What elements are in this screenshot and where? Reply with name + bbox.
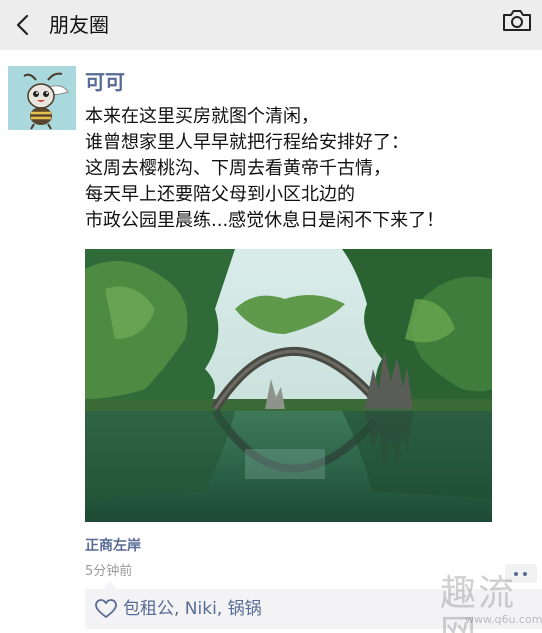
avatar-bee-icon bbox=[8, 66, 76, 130]
post-text-line: 市政公园里晨练...感觉休息日是闲不下来了！ bbox=[85, 210, 445, 231]
post-text-line: 每天早上还要陪父母到小区北边的 bbox=[85, 184, 355, 205]
location-link[interactable]: 正商左岸 bbox=[85, 536, 141, 556]
likes-list[interactable]: 包租公, Niki, 锅锅 bbox=[123, 597, 262, 621]
post-photo[interactable] bbox=[85, 249, 492, 522]
heart-icon bbox=[95, 599, 117, 618]
post-text: 本来在这里买房就图个清闲， 谁曾想家里人早早就把行程给安排好了： 这周去樱桃沟、… bbox=[85, 104, 525, 234]
chevron-left-icon[interactable] bbox=[10, 8, 40, 42]
avatar[interactable] bbox=[8, 66, 76, 130]
post-text-line: 本来在这里买房就图个清闲， bbox=[85, 106, 319, 127]
page-title: 朋友圈 bbox=[49, 13, 109, 37]
author-name[interactable]: 可可 bbox=[85, 68, 125, 96]
watermark-url: www.q6u.com bbox=[465, 613, 542, 626]
camera-icon[interactable] bbox=[500, 6, 534, 36]
post-time: 5分钟前 bbox=[85, 564, 133, 579]
post-text-line: 谁曾想家里人早早就把行程给安排好了： bbox=[85, 132, 409, 153]
bridge-lake-photo bbox=[85, 249, 492, 522]
top-bar: 朋友圈 bbox=[0, 0, 542, 50]
post-text-line: 这周去樱桃沟、下周去看黄帝千古情， bbox=[85, 158, 391, 179]
